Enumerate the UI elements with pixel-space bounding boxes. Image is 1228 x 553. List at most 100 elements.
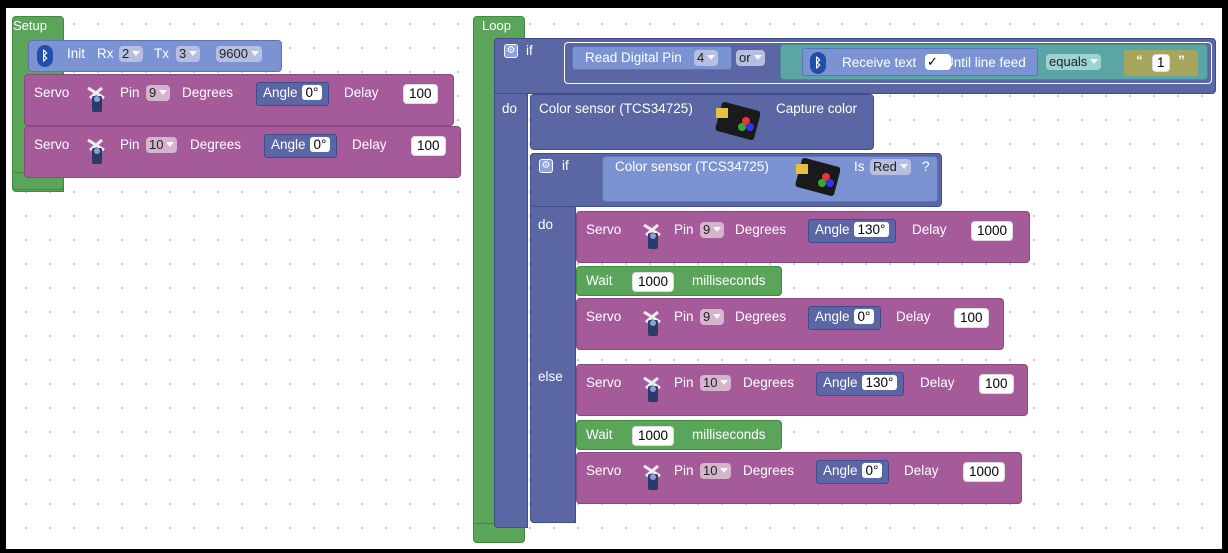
delay-input[interactable]: 1000 [963, 462, 1006, 482]
angle-block[interactable]: Angle 0° [808, 306, 882, 330]
delay-input[interactable]: 100 [979, 374, 1014, 394]
angle-block[interactable]: Angle 130° [816, 372, 905, 396]
angle-value[interactable]: 130° [861, 375, 898, 390]
rx-dropdown[interactable]: 2 [119, 46, 144, 62]
angle-value[interactable]: 0° [861, 463, 883, 478]
wait-input[interactable]: 1000 [632, 272, 675, 292]
degrees-label: Degrees [190, 137, 242, 152]
delay-label: Delay [352, 137, 387, 152]
rx-label: Rx [97, 46, 114, 61]
setup-label: Setup [13, 18, 47, 33]
quote-open: “ [1136, 53, 1143, 68]
delay-label: Delay [920, 375, 955, 390]
angle-value[interactable]: 0° [309, 137, 331, 152]
delay-label: Delay [344, 85, 379, 100]
delay-input[interactable]: 100 [954, 308, 989, 328]
inner-if-block[interactable] [530, 153, 576, 523]
servo-icon [87, 86, 105, 112]
angle-value[interactable]: 130° [853, 222, 890, 237]
color-dropdown[interactable]: Red [870, 159, 911, 175]
question-mark: ? [922, 159, 930, 174]
pin-label: Pin [674, 309, 694, 324]
loop-label: Loop [482, 18, 511, 33]
pin-dropdown[interactable]: 10 [700, 463, 732, 479]
text-literal-input[interactable]: 1 [1152, 54, 1170, 72]
baud-dropdown[interactable]: 9600 [216, 46, 262, 62]
angle-label: Angle [271, 137, 306, 152]
angle-block[interactable]: Angle 0° [816, 460, 890, 484]
color-sensor-image [715, 102, 760, 140]
delay-input[interactable]: 1000 [971, 221, 1014, 241]
or-dropdown[interactable]: or [736, 50, 765, 66]
degrees-label: Degrees [735, 309, 787, 324]
servo-label: Servo [586, 463, 622, 478]
angle-label: Angle [823, 375, 858, 390]
delay-input[interactable]: 100 [411, 136, 446, 156]
angle-block[interactable]: Angle 0° [264, 134, 338, 158]
bluetooth-icon: ᛒ [37, 45, 53, 67]
wait-label: Wait [586, 427, 613, 442]
angle-block[interactable]: Angle 0° [256, 82, 330, 106]
quote-close: ” [1178, 53, 1185, 68]
inner-if-label: if [562, 158, 569, 173]
pin-dropdown[interactable]: 9 [700, 222, 725, 238]
degrees-label: Degrees [743, 375, 795, 390]
servo-label: Servo [586, 375, 622, 390]
wait-input[interactable]: 1000 [632, 426, 675, 446]
is-label: Is [854, 159, 865, 174]
angle-label: Angle [263, 85, 298, 100]
init-label: Init [67, 46, 86, 61]
angle-value[interactable]: 0° [853, 309, 875, 324]
degrees-label: Degrees [182, 85, 234, 100]
sensor-label: Color sensor (TCS34725) [539, 101, 693, 116]
is-sensor-label: Color sensor (TCS34725) [615, 159, 769, 174]
delay-label: Delay [896, 309, 931, 324]
degrees-label: Degrees [735, 222, 787, 237]
capture-action-label: Capture color [776, 101, 858, 116]
pin-dropdown[interactable]: 9 [146, 85, 171, 101]
servo-icon [87, 138, 105, 164]
servo-icon [643, 464, 661, 490]
pin-label: Pin [674, 463, 694, 478]
pin-dropdown[interactable]: 9 [700, 309, 725, 325]
delay-label: Delay [904, 463, 939, 478]
pin-dropdown[interactable]: 10 [700, 375, 732, 391]
servo-label: Servo [34, 85, 70, 100]
pin-label: Pin [120, 137, 140, 152]
tx-dropdown[interactable]: 3 [176, 46, 201, 62]
angle-label: Angle [823, 463, 858, 478]
equals-dropdown[interactable]: equals [1046, 54, 1102, 70]
wait-label: Wait [586, 273, 613, 288]
gear-icon[interactable]: ⚙ [504, 44, 518, 58]
pin-label: Pin [674, 222, 694, 237]
servo-label: Servo [586, 309, 622, 324]
bluetooth-icon: ᛒ [810, 52, 826, 74]
tx-label: Tx [154, 46, 169, 61]
delay-label: Delay [912, 222, 947, 237]
blockly-workspace[interactable]: Setup ᛒ Init Rx 2 Tx 3 9600 Servo Pin 9 … [6, 8, 1222, 549]
color-sensor-image [795, 158, 840, 196]
angle-block[interactable]: Angle 130° [808, 219, 897, 243]
servo-icon [643, 310, 661, 336]
else-label: else [538, 369, 563, 384]
gear-icon[interactable]: ⚙ [539, 159, 553, 173]
do-label: do [502, 101, 518, 116]
delay-input[interactable]: 100 [403, 84, 438, 104]
receive-label: Receive text [842, 55, 917, 70]
read-pin-dropdown[interactable]: 4 [694, 50, 719, 66]
pin-label: Pin [674, 375, 694, 390]
servo-label: Servo [34, 137, 70, 152]
until-label: Until line feed [944, 55, 1026, 70]
servo-icon [643, 223, 661, 249]
degrees-label: Degrees [743, 463, 795, 478]
if-label: if [526, 43, 533, 58]
inner-do-label: do [538, 217, 554, 232]
wait-unit-label: milliseconds [692, 273, 766, 288]
servo-label: Servo [586, 222, 622, 237]
servo-icon [643, 376, 661, 402]
pin-dropdown[interactable]: 10 [146, 137, 178, 153]
angle-label: Angle [815, 309, 850, 324]
pin-label: Pin [120, 85, 140, 100]
read-pin-label: Read Digital Pin [585, 50, 682, 65]
angle-value[interactable]: 0° [301, 85, 323, 100]
